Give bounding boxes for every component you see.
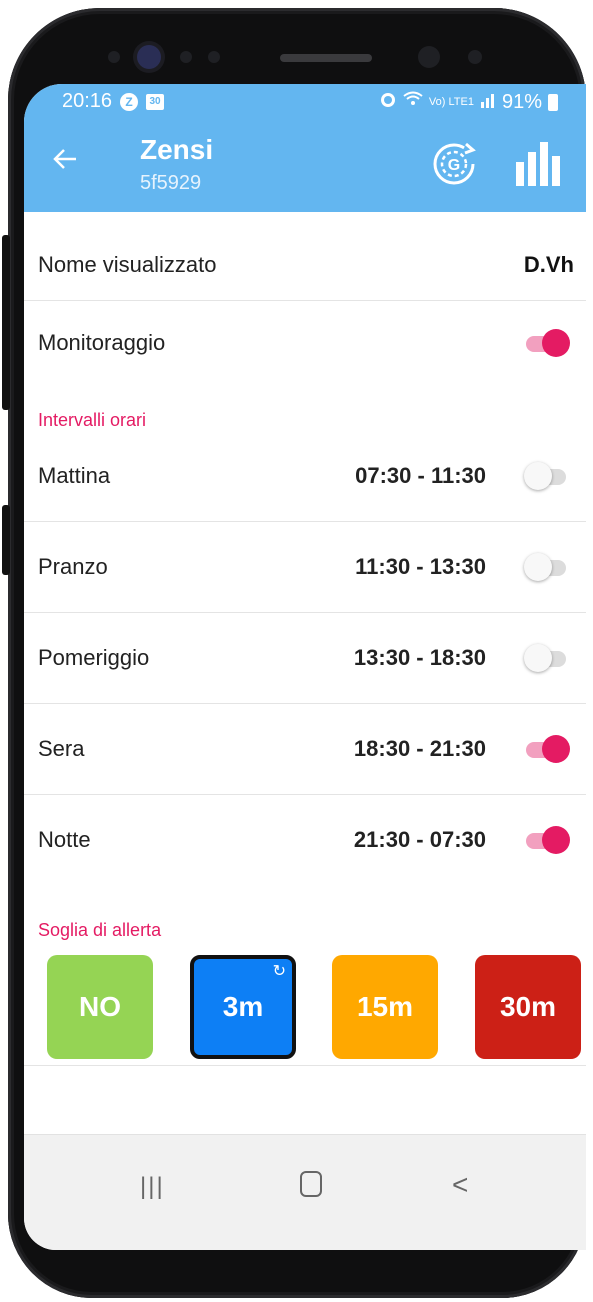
interval-label: Pranzo — [38, 554, 108, 579]
bixby-button — [2, 505, 10, 575]
status-time: 20:16 — [62, 90, 113, 112]
threshold-option-button[interactable]: 30m — [475, 955, 581, 1059]
sensor-dot — [108, 51, 120, 63]
interval-toggle[interactable] — [524, 461, 570, 491]
threshold-option-label: 15m — [356, 991, 414, 1022]
interval-row[interactable]: Notte 21:30 - 07:30 — [24, 795, 586, 885]
earpiece-speaker — [280, 54, 372, 62]
monitoring-label: Monitoraggio — [38, 330, 166, 355]
front-camera — [137, 45, 161, 69]
svg-text:G: G — [448, 157, 460, 174]
recent-apps-button[interactable]: ||| — [140, 1173, 165, 1201]
monitoring-row[interactable]: Monitoraggio — [24, 301, 586, 385]
volume-button — [2, 235, 10, 410]
display-name-label: Nome visualizzato — [38, 252, 217, 277]
threshold-option-button[interactable]: NO — [47, 955, 153, 1059]
interval-time: 11:30 - 13:30 — [355, 554, 486, 579]
interval-toggle[interactable] — [524, 552, 570, 582]
threshold-option-label: 3m — [222, 991, 264, 1022]
sensor-dot — [180, 51, 192, 63]
iris-scanner — [418, 46, 440, 68]
battery-percent: 91% — [501, 90, 542, 113]
refresh-gauge-icon[interactable]: G — [430, 140, 478, 188]
phone-screen: 20:16 Z 30 Vo) LTE1 91% Zensi 5f5929 G N… — [24, 84, 586, 1250]
interval-row[interactable]: Pranzo 11:30 - 13:30 — [24, 522, 586, 613]
network-type-label: Vo) LTE1 — [428, 96, 474, 108]
sync-icon: ↻ — [272, 963, 286, 980]
threshold-option-label: 30m — [499, 991, 557, 1022]
sensor-dot — [208, 51, 220, 63]
bar-chart-icon[interactable] — [514, 140, 562, 188]
interval-toggle[interactable] — [524, 643, 570, 673]
notification-badge-icon: Z — [120, 92, 139, 111]
intervals-section-title: Intervalli orari — [38, 410, 147, 430]
threshold-option-label: NO — [79, 991, 121, 1022]
app-bar: 20:16 Z 30 Vo) LTE1 91% Zensi 5f5929 G — [24, 84, 586, 212]
interval-label: Notte — [38, 827, 91, 852]
system-nav-bar: ||| < — [24, 1134, 586, 1250]
calendar-icon: 30 — [146, 93, 165, 110]
interval-time: 18:30 - 21:30 — [353, 736, 486, 761]
interval-label: Sera — [38, 736, 85, 761]
nav-back-button[interactable]: < — [452, 1169, 468, 1201]
device-id: 5f5929 — [140, 172, 202, 194]
interval-time: 21:30 - 07:30 — [353, 827, 486, 852]
interval-toggle[interactable] — [524, 825, 570, 855]
status-bar-right: Vo) LTE1 91% — [379, 90, 558, 114]
interval-time: 13:30 - 18:30 — [353, 645, 486, 670]
back-arrow-icon[interactable] — [52, 146, 78, 178]
threshold-option-button[interactable]: 3m ↻ — [190, 955, 296, 1059]
home-button[interactable] — [300, 1171, 322, 1197]
interval-list: Mattina 07:30 - 11:30 Pranzo 11:30 - 13:30 P… — [24, 431, 586, 885]
display-name-row[interactable]: Nome visualizzato D.Vh — [24, 230, 586, 301]
wifi-icon — [403, 90, 423, 114]
battery-icon — [548, 93, 558, 111]
interval-row[interactable]: Mattina 07:30 - 11:30 — [24, 431, 586, 522]
interval-toggle[interactable] — [524, 734, 570, 764]
alert-threshold-section-title: Soglia di allerta — [38, 920, 162, 940]
sensor-dot — [468, 50, 482, 64]
alarm-icon — [379, 90, 397, 114]
threshold-option-button[interactable]: 15m — [332, 955, 438, 1059]
interval-row[interactable]: Pomeriggio 13:30 - 18:30 — [24, 613, 586, 704]
interval-label: Mattina — [38, 463, 111, 488]
alert-threshold-options: NO 3m ↻ 15m 30m — [24, 941, 586, 1066]
signal-icon — [480, 91, 496, 114]
monitoring-toggle[interactable] — [524, 328, 570, 358]
interval-label: Pomeriggio — [38, 645, 150, 670]
page-title: Zensi — [140, 134, 214, 165]
interval-row[interactable]: Sera 18:30 - 21:30 — [24, 704, 586, 795]
interval-time: 07:30 - 11:30 — [355, 463, 486, 488]
display-name-value: D.Vh — [523, 252, 574, 277]
settings-list: Nome visualizzato D.Vh Monitoraggio Inte… — [24, 230, 586, 1066]
status-bar-left: 20:16 Z 30 — [62, 90, 165, 113]
